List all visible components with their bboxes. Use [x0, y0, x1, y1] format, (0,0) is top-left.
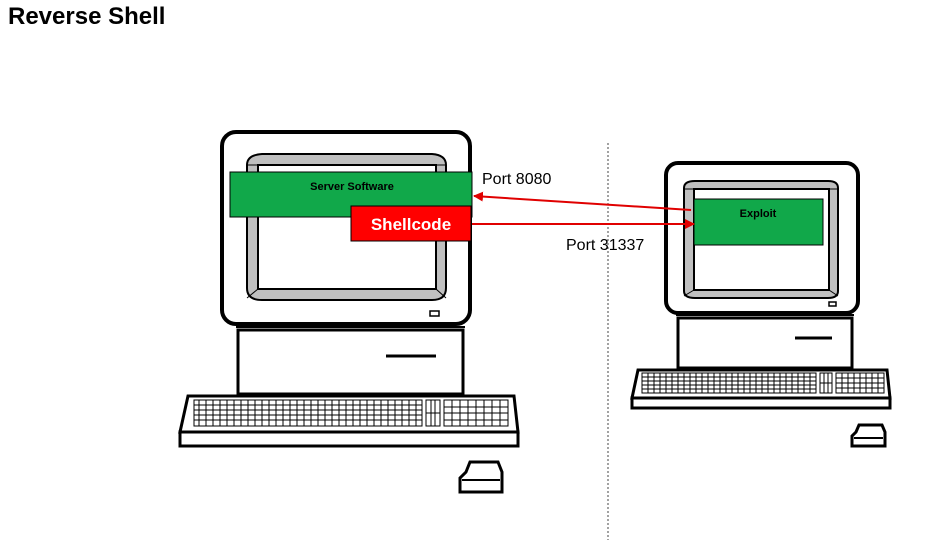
exploit-box	[693, 198, 824, 246]
server-mouse-icon	[458, 460, 504, 494]
port-8080-label: Port 8080	[482, 171, 551, 188]
server-software-label: Server Software	[310, 181, 394, 193]
diagram-svg: Server Software Shellcode Exploit Port 8…	[178, 130, 892, 540]
exploit-label: Exploit	[740, 208, 777, 220]
shellcode-label: Shellcode	[371, 215, 451, 234]
arrow-exploit-to-server	[473, 191, 692, 211]
diagram-canvas: Reverse Shell Server Software Shellcode …	[0, 0, 940, 546]
attacker-mouse-icon	[850, 423, 887, 448]
port-31337-label: Port 31337	[566, 237, 644, 254]
